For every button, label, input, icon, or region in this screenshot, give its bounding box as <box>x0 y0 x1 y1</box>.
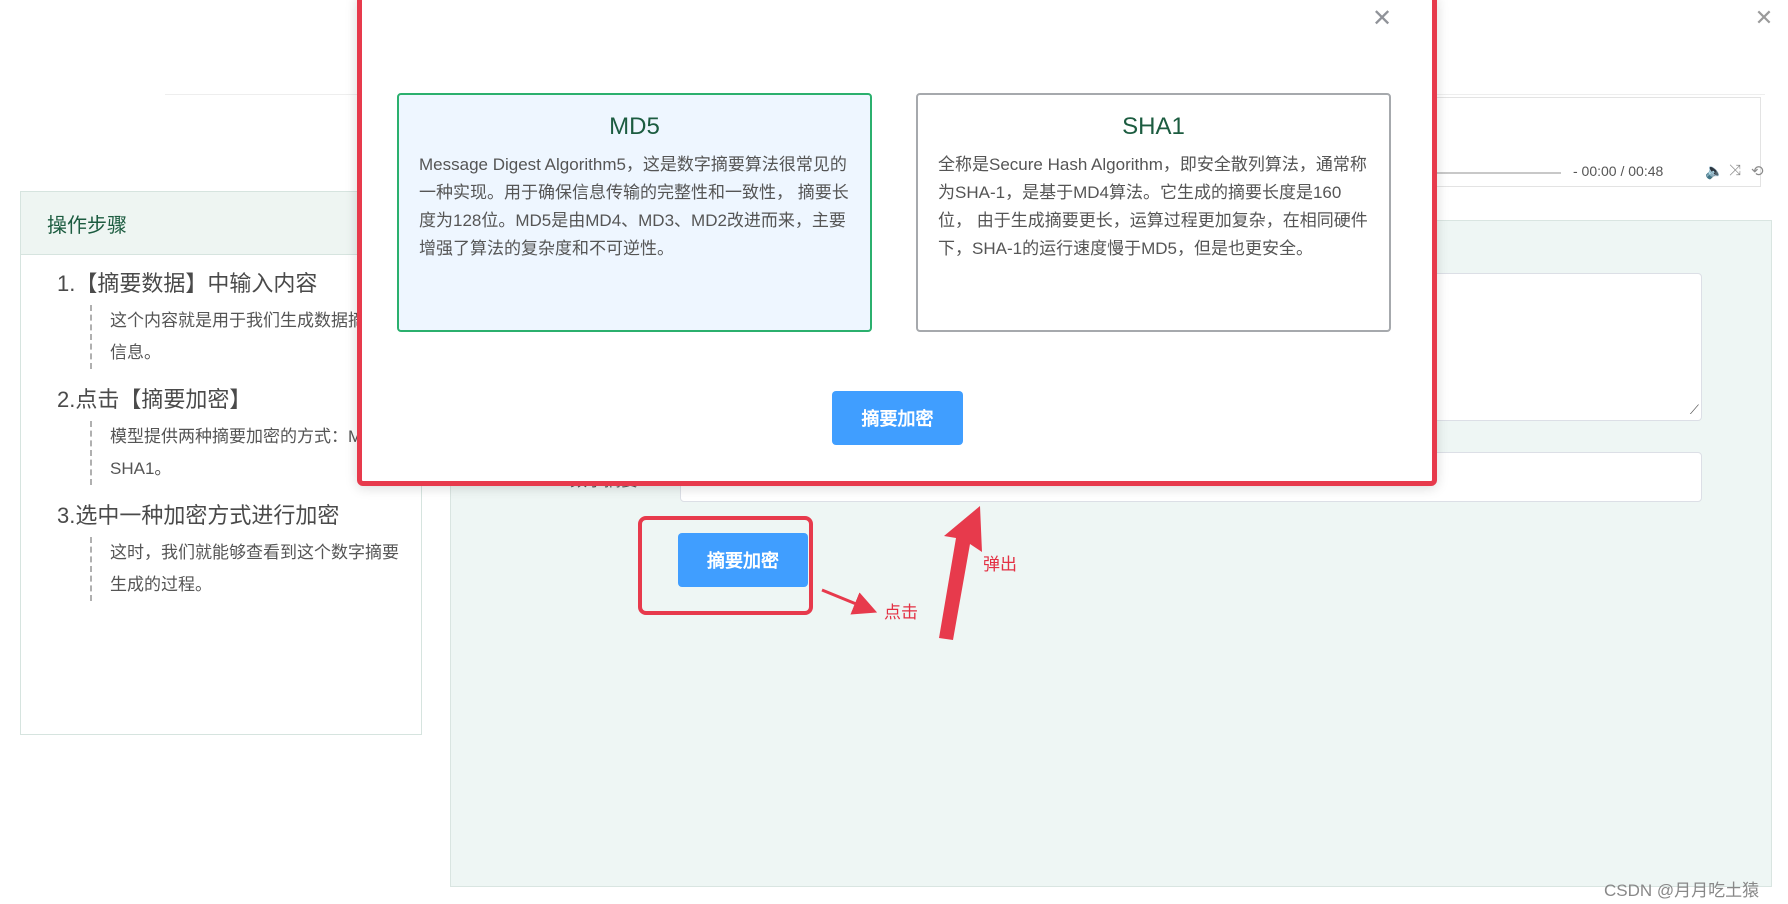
shuffle-icon[interactable]: ⤨ <box>1729 162 1741 179</box>
step-1-title: 1.【摘要数据】中输入内容 <box>57 271 318 296</box>
page-close-icon[interactable]: ✕ <box>1752 6 1776 30</box>
sha1-description: 全称是Secure Hash Algorithm，即安全散列算法，通常称为SHA… <box>938 155 1368 258</box>
annotation-click-box <box>638 516 813 615</box>
sha1-title: SHA1 <box>1122 113 1185 140</box>
annotation-popup-label: 弹出 <box>983 555 1017 574</box>
dialog-close-icon[interactable]: ✕ <box>1370 7 1394 31</box>
volume-icon[interactable]: 🔈 <box>1705 162 1724 180</box>
loop-icon[interactable]: ⟲ <box>1751 162 1764 180</box>
step-3-title: 3.选中一种加密方式进行加密 <box>57 503 340 528</box>
step-3-desc: 这时，我们就能够查看到这个数字摘要生成的过程。 <box>90 537 410 601</box>
click-arrow <box>821 588 878 615</box>
dialog-encrypt-button[interactable]: 摘要加密 <box>832 391 963 445</box>
resize-handle-icon[interactable]: ⟋ <box>1690 402 1699 418</box>
annotation-click-label: 点击 <box>884 603 918 622</box>
md5-description: Message Digest Algorithm5，这是数字摘要算法很常见的一种… <box>419 155 849 258</box>
audio-player: - 00:00 / 00:48 🔈 ⤨ ⟲ <box>1395 97 1764 187</box>
steps-title: 操作步骤 <box>47 215 127 237</box>
audio-progress-track[interactable] <box>1431 172 1561 174</box>
step-2-title: 2.点击【摘要加密】 <box>57 387 252 412</box>
encryption-dialog: ✕ MD5 Message Digest Algorithm5，这是数字摘要算法… <box>357 0 1437 486</box>
watermark: CSDN @月月吃土猿 <box>1604 881 1760 900</box>
audio-time: - 00:00 / 00:48 <box>1573 163 1664 179</box>
popup-arrow <box>939 506 982 640</box>
md5-option-card[interactable]: MD5 Message Digest Algorithm5，这是数字摘要算法很常… <box>397 93 872 332</box>
md5-title: MD5 <box>609 113 660 140</box>
sha1-option-card[interactable]: SHA1 全称是Secure Hash Algorithm，即安全散列算法，通常… <box>916 93 1391 332</box>
